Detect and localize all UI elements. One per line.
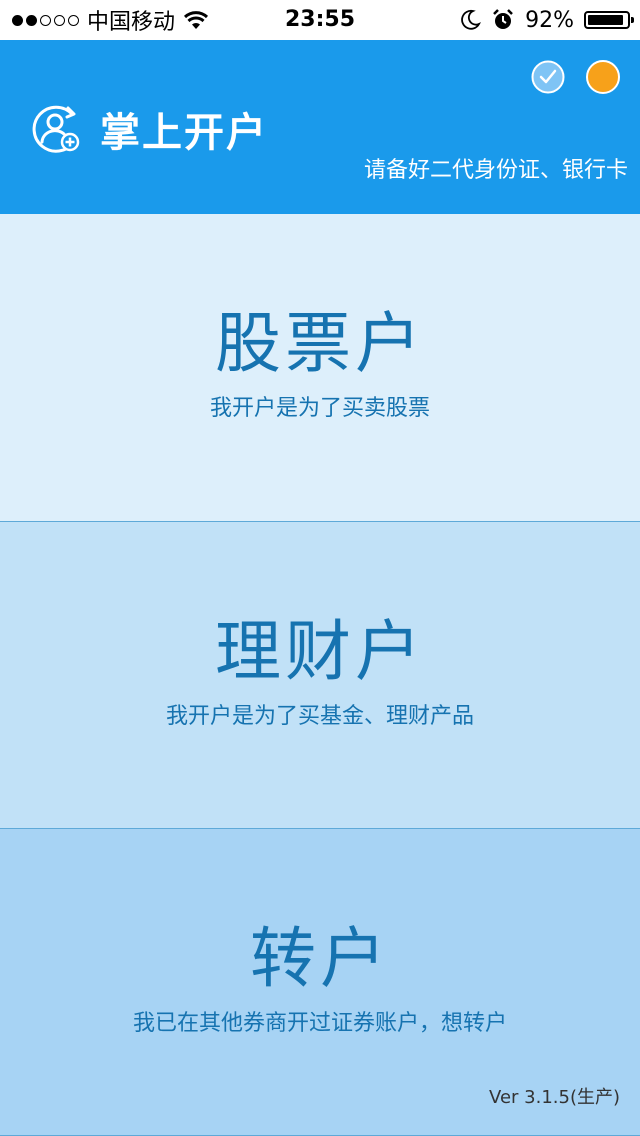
option-title: 股票户 bbox=[215, 305, 425, 382]
option-description: 我开户是为了买卖股票 bbox=[209, 396, 430, 421]
option-stock-account[interactable]: 股票户 我开户是为了买卖股票 bbox=[0, 214, 640, 522]
option-description: 我已在其他券商开过证券账户，想转户 bbox=[132, 1011, 507, 1036]
checkmark-circle-icon[interactable] bbox=[531, 60, 565, 94]
battery-level bbox=[588, 15, 623, 25]
page-title: 掌上开户 bbox=[100, 110, 268, 156]
app-header: 掌上开户 请备好二代身份证、银行卡 bbox=[0, 40, 640, 214]
orange-status-dot[interactable] bbox=[586, 60, 620, 94]
moon-icon bbox=[461, 9, 482, 30]
option-title: 转户 bbox=[250, 920, 390, 997]
status-bar: 中国移动 23:55 92% bbox=[0, 0, 640, 40]
battery-icon bbox=[584, 11, 634, 29]
battery-percent: 92% bbox=[525, 7, 574, 33]
alarm-clock-icon bbox=[493, 9, 513, 29]
option-wealth-account[interactable]: 理财户 我开户是为了买基金、理财产品 bbox=[0, 522, 640, 829]
user-add-icon bbox=[32, 105, 80, 153]
version-label: Ver 3.1.5(生产) bbox=[489, 1087, 620, 1108]
option-title: 理财户 bbox=[215, 613, 425, 690]
header-subtitle: 请备好二代身份证、银行卡 bbox=[363, 158, 628, 183]
option-transfer-account[interactable]: 转户 我已在其他券商开过证券账户，想转户 Ver 3.1.5(生产) bbox=[0, 829, 640, 1136]
option-description: 我开户是为了买基金、理财产品 bbox=[165, 704, 474, 729]
status-bar-right: 92% bbox=[459, 0, 634, 40]
app-screen: 中国移动 23:55 92% 掌上开户 请备好二代身份证、银行卡 股票户 我开户… bbox=[0, 0, 640, 1136]
